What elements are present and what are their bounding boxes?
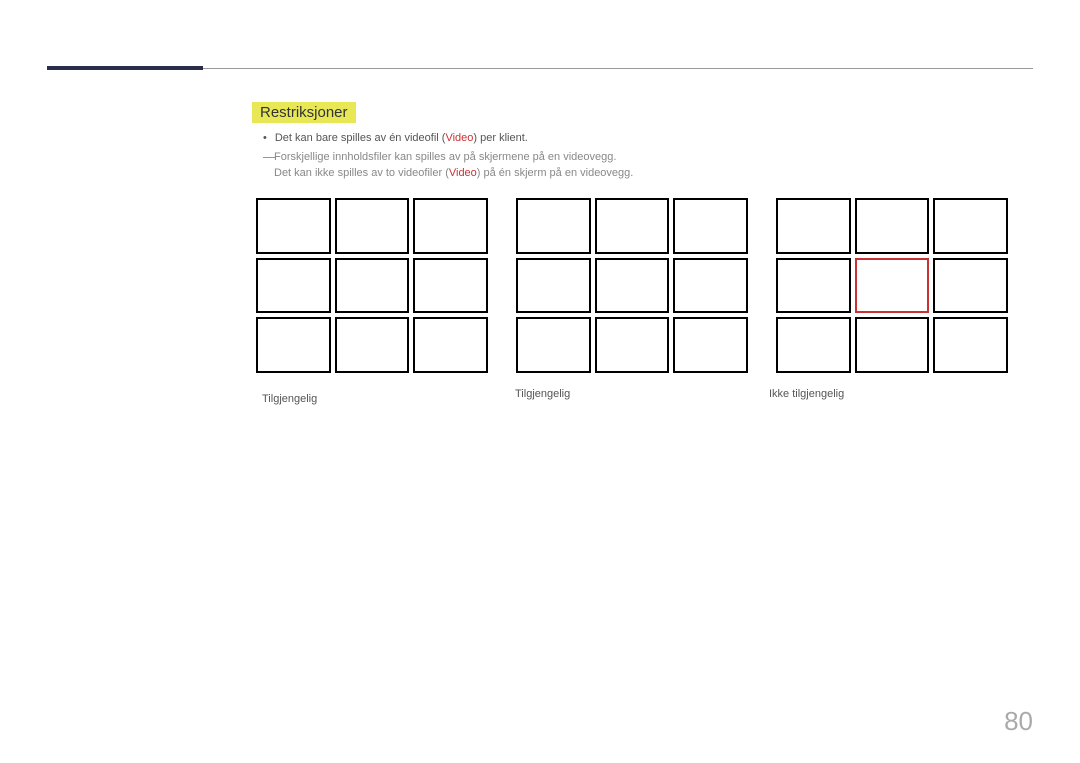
- sub-line-2-before: Det kan ikke spilles av to videofiler (: [274, 167, 449, 179]
- header-accent: [47, 66, 203, 70]
- sub-line-2: Det kan ikke spilles av to videofiler (V…: [274, 167, 633, 179]
- grid-cell: [516, 317, 591, 373]
- grid-cell: [335, 198, 410, 254]
- grid-cell: [595, 317, 670, 373]
- sub-line-2-after: ) på én skjerm på en videovegg.: [477, 167, 634, 179]
- grid-cell: [933, 258, 1008, 314]
- grid-cell: [776, 198, 851, 254]
- grid-cell: [256, 317, 331, 373]
- grid-2: [516, 198, 748, 373]
- grid-cell: [256, 198, 331, 254]
- grid-cell: [933, 198, 1008, 254]
- grid-cell: [413, 198, 488, 254]
- grid-label-2: Tilgjengelig: [515, 388, 570, 400]
- grid-cell: [335, 258, 410, 314]
- grid-cell: [776, 258, 851, 314]
- section-title: Restriksjoner: [252, 102, 356, 123]
- sub-line-1: Forskjellige innholdsfiler kan spilles a…: [274, 151, 616, 163]
- bullet-before: Det kan bare spilles av én videofil (: [275, 132, 446, 144]
- bullet-after: ) per klient.: [473, 132, 527, 144]
- grid-label-3: Ikke tilgjengelig: [769, 388, 844, 400]
- grid-3: [776, 198, 1008, 373]
- page-number: 80: [1004, 706, 1033, 737]
- grid-cell: [855, 198, 930, 254]
- grid-cell: [516, 258, 591, 314]
- video-highlight: Video: [445, 132, 473, 144]
- grid-cell: [933, 317, 1008, 373]
- grid-cell: [855, 317, 930, 373]
- grid-cell: [673, 317, 748, 373]
- grid-container: [256, 198, 1008, 373]
- video-highlight-2: Video: [449, 167, 477, 179]
- bullet-text: • Det kan bare spilles av én videofil (Vi…: [263, 132, 528, 144]
- grid-cell: [595, 198, 670, 254]
- grid-cell-highlighted: [855, 258, 930, 314]
- grid-cell: [413, 317, 488, 373]
- grid-cell: [673, 258, 748, 314]
- grid-cell: [776, 317, 851, 373]
- grid-cell: [595, 258, 670, 314]
- grid-cell: [413, 258, 488, 314]
- grid-cell: [256, 258, 331, 314]
- grid-cell: [673, 198, 748, 254]
- bullet-dot-icon: •: [263, 132, 267, 144]
- grid-cell: [335, 317, 410, 373]
- grid-1: [256, 198, 488, 373]
- grid-cell: [516, 198, 591, 254]
- grid-label-1: Tilgjengelig: [262, 393, 317, 405]
